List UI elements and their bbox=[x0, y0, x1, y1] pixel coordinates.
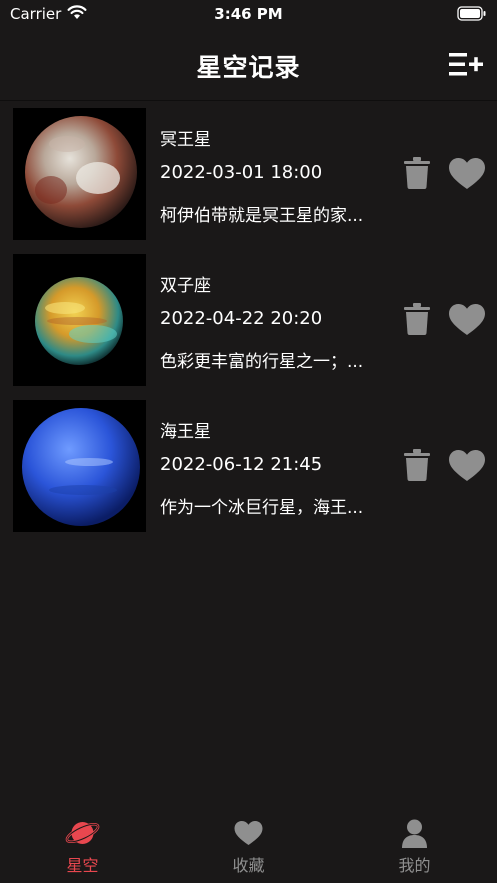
tab-bar: 星空 收藏 我的 bbox=[0, 808, 497, 883]
record-title: 冥王星 bbox=[160, 130, 211, 150]
list-item[interactable]: 海王星 2022-06-12 21:45 作为一个冰巨行星，海王... bbox=[0, 399, 497, 545]
record-datetime: 2022-03-01 18:00 bbox=[160, 162, 323, 183]
list-add-icon[interactable] bbox=[449, 50, 483, 78]
tab-starry-sky[interactable]: 星空 bbox=[0, 808, 165, 883]
tab-label: 星空 bbox=[66, 856, 99, 875]
nav-bar: 星空记录 bbox=[0, 28, 497, 101]
battery-icon bbox=[457, 6, 486, 21]
record-description: 柯伊伯带就是冥王星的家... bbox=[160, 206, 364, 226]
planet-image bbox=[13, 254, 146, 386]
trash-icon[interactable] bbox=[404, 449, 430, 481]
tab-label: 收藏 bbox=[232, 856, 265, 875]
list-item[interactable]: 双子座 2022-04-22 20:20 色彩更丰富的行星之一；... bbox=[0, 253, 497, 399]
page-title: 星空记录 bbox=[196, 53, 301, 82]
planet-icon bbox=[65, 822, 100, 844]
planet-image bbox=[13, 108, 146, 240]
record-list: 冥王星 2022-03-01 18:00 柯伊伯带就是冥王星的家... 双子座 … bbox=[0, 107, 497, 545]
record-description: 色彩更丰富的行星之一；... bbox=[160, 352, 364, 372]
record-title: 双子座 bbox=[160, 276, 211, 296]
record-description: 作为一个冰巨行星，海王... bbox=[160, 498, 364, 518]
heart-icon[interactable] bbox=[449, 450, 485, 482]
trash-icon[interactable] bbox=[404, 303, 430, 335]
trash-icon[interactable] bbox=[404, 157, 430, 189]
list-item[interactable]: 冥王星 2022-03-01 18:00 柯伊伯带就是冥王星的家... bbox=[0, 107, 497, 253]
heart-icon[interactable] bbox=[449, 304, 485, 336]
planet-image bbox=[13, 400, 146, 532]
record-title: 海王星 bbox=[160, 422, 211, 442]
status-bar: Carrier 3:46 PM bbox=[0, 0, 497, 28]
record-datetime: 2022-06-12 21:45 bbox=[160, 454, 323, 475]
tab-mine[interactable]: 我的 bbox=[332, 808, 497, 883]
person-icon bbox=[402, 819, 427, 848]
heart-icon[interactable] bbox=[449, 158, 485, 190]
status-time: 3:46 PM bbox=[214, 5, 283, 23]
heart-icon bbox=[234, 821, 263, 845]
tab-favorites[interactable]: 收藏 bbox=[166, 808, 331, 883]
record-datetime: 2022-04-22 20:20 bbox=[160, 308, 323, 329]
tab-label: 我的 bbox=[398, 856, 431, 875]
